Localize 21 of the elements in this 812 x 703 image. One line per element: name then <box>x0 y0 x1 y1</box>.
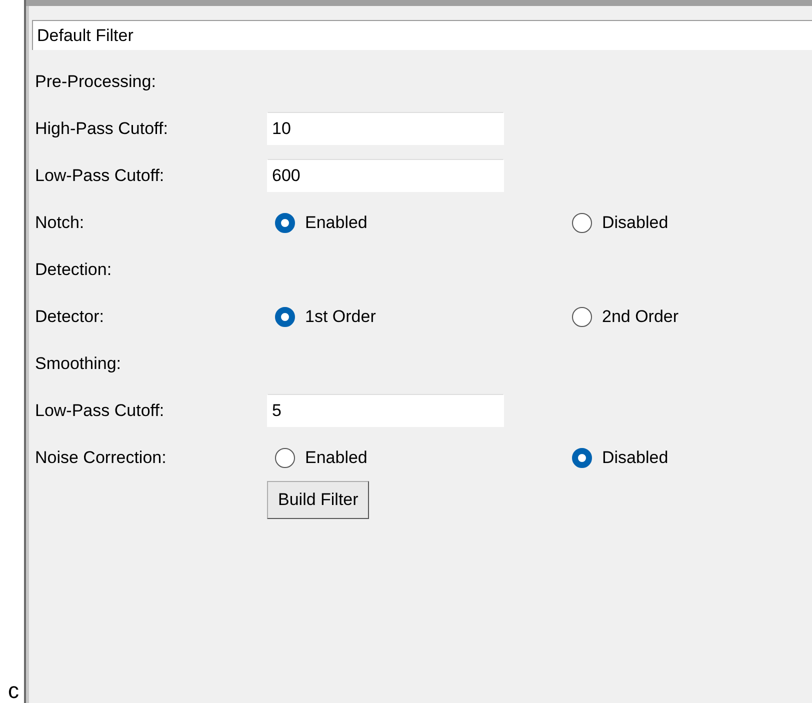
radio-option[interactable]: 1st Order <box>267 306 564 326</box>
field-label: Low-Pass Cutoff: <box>34 166 166 186</box>
field-label: Low-Pass Cutoff: <box>34 400 166 420</box>
field-label: High-Pass Cutoff: <box>34 118 169 138</box>
input-field[interactable]: 5 <box>267 394 504 427</box>
name-field[interactable]: Default Filter <box>32 20 812 50</box>
radio-option[interactable]: Enabled <box>267 448 564 468</box>
input-field[interactable]: 10 <box>267 112 504 145</box>
field-label: Noise Correction: <box>34 448 168 468</box>
radio-option[interactable]: Disabled <box>564 212 812 232</box>
field-label: Smoothing: <box>34 354 122 374</box>
radio-option[interactable]: 2nd Order <box>564 306 812 326</box>
stray-text: c <box>8 679 19 703</box>
field-label: Detection: <box>34 260 113 280</box>
radio-option[interactable]: Enabled <box>267 212 564 232</box>
field-label: Notch: <box>34 212 86 232</box>
radio-option[interactable]: Disabled <box>564 448 812 468</box>
field-label: Pre-Processing: <box>34 72 157 92</box>
build-filter-button[interactable]: Build Filter <box>267 481 370 519</box>
field-label: Detector: <box>34 306 105 326</box>
input-field[interactable]: 600 <box>267 159 504 192</box>
